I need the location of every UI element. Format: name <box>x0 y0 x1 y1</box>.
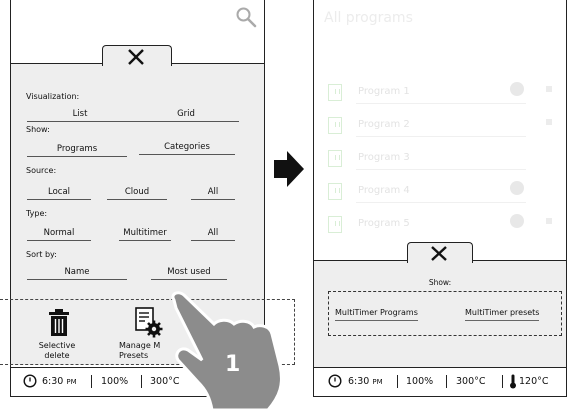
program-icon <box>328 216 342 233</box>
divider <box>356 136 526 137</box>
page-title: All programs <box>324 10 413 26</box>
status-time-value: 6:30 <box>42 376 64 387</box>
program-icon <box>328 150 342 167</box>
program-icon <box>328 84 342 101</box>
option-grid[interactable]: Grid <box>133 109 239 122</box>
divider <box>446 375 447 388</box>
status-power: 100% <box>406 376 434 387</box>
program-icon <box>328 183 342 200</box>
cloud-badge-icon <box>510 82 524 96</box>
source-label: Source: <box>26 166 57 175</box>
trash-icon[interactable] <box>48 309 70 337</box>
status-ampm: PM <box>372 378 383 386</box>
pointing-hand-icon <box>171 291 283 410</box>
step-number: 1 <box>225 352 241 377</box>
option-most-used[interactable]: Most used <box>151 267 227 280</box>
status-power: 100% <box>101 376 129 387</box>
option-multitimer[interactable]: Multitimer <box>119 228 171 241</box>
divider <box>356 103 526 104</box>
option-normal[interactable]: Normal <box>27 228 91 241</box>
sort-by-label: Sort by: <box>26 250 57 259</box>
program-name: Program 3 <box>358 152 410 163</box>
manage-presets-icon[interactable] <box>135 307 163 339</box>
option-programs[interactable]: Programs <box>27 144 127 157</box>
cloud-badge-icon <box>510 214 524 228</box>
programs-screen-right: All programs Program 1 Program 2 Program… <box>313 0 567 397</box>
divider <box>356 202 526 203</box>
divider <box>397 375 398 388</box>
list-item[interactable]: Program 4 <box>328 181 554 203</box>
program-name: Program 5 <box>358 218 410 229</box>
list-item[interactable]: Program 5 <box>328 214 554 236</box>
option-name[interactable]: Name <box>27 267 127 280</box>
program-name: Program 1 <box>358 86 410 97</box>
manage-presets-label[interactable]: Manage M Presets <box>119 341 160 361</box>
visualization-label: Visualization: <box>26 92 80 101</box>
list-item[interactable]: Program 2 <box>328 117 554 137</box>
status-dot <box>546 218 552 224</box>
thermometer-icon <box>510 374 516 389</box>
search-icon[interactable] <box>235 6 257 28</box>
show-label: Show: <box>26 125 50 134</box>
divider <box>91 375 92 388</box>
list-item[interactable]: Program 3 <box>328 150 554 170</box>
option-multitimer-programs[interactable]: MultiTimer Programs <box>335 308 418 321</box>
show-options-box: MultiTimer Programs MultiTimer presets <box>328 291 562 336</box>
clock-icon <box>23 374 37 388</box>
panel-close-tab[interactable] <box>407 242 473 263</box>
filter-panel: Visualization: List Grid Show: Programs … <box>11 45 264 304</box>
show-label: Show: <box>428 278 452 287</box>
list-item[interactable]: Program 1 <box>328 82 554 104</box>
divider <box>502 375 503 388</box>
program-name: Program 4 <box>358 185 410 196</box>
option-multitimer-presets[interactable]: MultiTimer presets <box>465 308 540 321</box>
status-bar: 6:30 PM 100% 300°C 120°C <box>314 367 566 396</box>
program-icon <box>328 117 342 134</box>
status-time-value: 6:30 <box>348 376 370 387</box>
status-dot <box>546 86 552 92</box>
status-time: 6:30 PM <box>348 376 383 387</box>
divider <box>356 169 526 170</box>
status-ampm: PM <box>66 378 77 386</box>
clock-icon <box>328 374 342 388</box>
option-cloud[interactable]: Cloud <box>107 187 167 200</box>
option-list[interactable]: List <box>27 109 133 122</box>
status-dot <box>546 119 552 125</box>
show-panel: Show: MultiTimer Programs MultiTimer pre… <box>314 242 566 369</box>
program-name: Program 2 <box>358 119 410 130</box>
option-categories[interactable]: Categories <box>139 142 235 155</box>
selective-delete-label[interactable]: Selective delete <box>29 341 85 361</box>
panel-close-tab[interactable] <box>102 45 172 66</box>
status-temp: 300°C <box>456 376 486 387</box>
status-probe-temp: 120°C <box>519 376 549 387</box>
divider <box>141 375 142 388</box>
status-time: 6:30 PM <box>42 376 77 387</box>
option-type-all[interactable]: All <box>191 228 235 241</box>
type-label: Type: <box>26 209 48 218</box>
close-icon[interactable] <box>125 48 147 66</box>
cloud-badge-icon <box>510 181 524 195</box>
option-source-all[interactable]: All <box>191 187 235 200</box>
close-icon[interactable] <box>429 245 449 262</box>
arrow-right-icon <box>274 151 304 187</box>
option-local[interactable]: Local <box>27 187 91 200</box>
